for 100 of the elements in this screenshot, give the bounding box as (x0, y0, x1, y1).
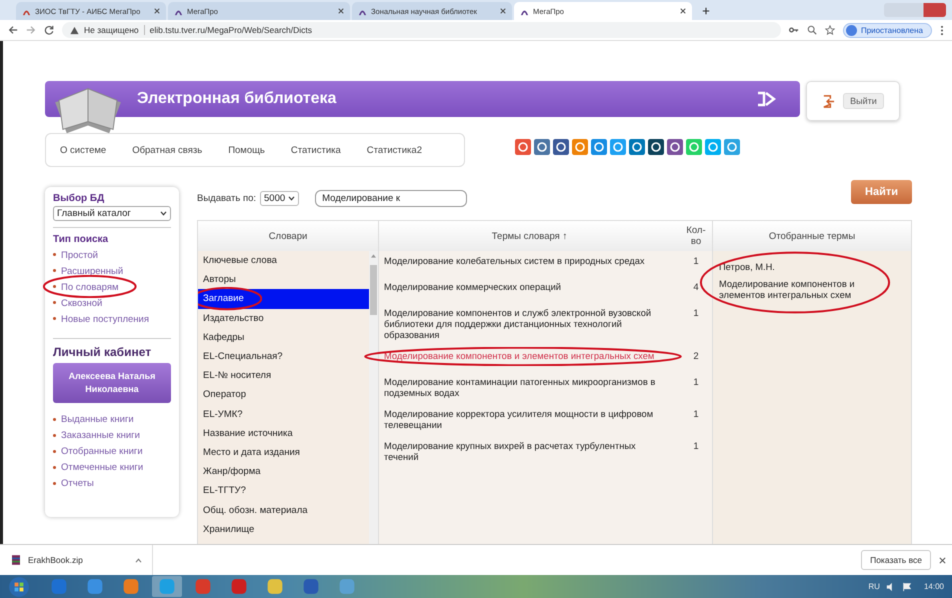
share-icon[interactable] (648, 139, 664, 155)
window-controls-icon[interactable] (884, 3, 946, 17)
dictionary-item[interactable]: Общ. обозн. материала (198, 500, 369, 520)
caret-icon (288, 196, 296, 200)
count-cell-text: 1 (692, 440, 700, 452)
nav-link[interactable]: Статистика (290, 144, 341, 156)
term-item[interactable]: Моделирование колебательных систем в природных средах (384, 256, 666, 267)
exit-icon (822, 94, 836, 108)
dictionary-item[interactable]: Ключевые слова (198, 251, 369, 270)
archive-icon (12, 555, 20, 565)
logout-button[interactable]: Выйти (843, 93, 884, 109)
count-cell-text: 2 (692, 350, 700, 362)
bullet-icon (53, 268, 56, 272)
dictionary-item[interactable]: Место и дата издания (198, 442, 369, 462)
term-item[interactable]: Моделирование компонентов и служб электронной вузовской библиотеки для поддержки дистанционных технологий образования (384, 308, 666, 341)
dictionary-item[interactable]: Оператор (198, 385, 369, 404)
forward-icon[interactable] (26, 25, 36, 35)
per-page-label: Выдавать по: (197, 192, 256, 204)
dictionary-item[interactable]: EL-УМК? (198, 404, 369, 424)
count-cell-text: 1 (692, 408, 700, 420)
count-cell-text: 1 (692, 307, 700, 319)
new-tab-icon[interactable] (702, 7, 710, 15)
caret-icon (135, 558, 142, 562)
dictionary-item[interactable]: Жанр/форма (198, 462, 369, 482)
user-name-button[interactable]: Алексеева Наталья Николаевна (53, 363, 171, 403)
clock[interactable]: 14:00 (924, 582, 944, 591)
per-page-select[interactable]: 5000 (260, 190, 300, 206)
cabinet-link[interactable]: Заказанные книги (61, 430, 140, 440)
cabinet-link[interactable]: Отчеты (61, 478, 94, 488)
term-item[interactable]: Моделирование корректора усилителя мощности в цифровом телевещании (384, 409, 666, 431)
reload-icon[interactable] (44, 25, 54, 35)
dictionary-item[interactable]: Заглавие (198, 289, 369, 309)
scroll-thumb[interactable] (370, 265, 377, 315)
share-icon[interactable] (534, 139, 550, 155)
term-item[interactable]: Моделирование крупных вихрей в расчетах турбулентных течений (384, 441, 666, 463)
dictionary-item[interactable]: Хранилище (198, 520, 369, 539)
column-header: Термы словаря ↑ (379, 221, 680, 251)
zoom-icon[interactable] (806, 25, 817, 35)
back-icon[interactable] (8, 25, 18, 35)
search-type-link[interactable]: Расширенный (61, 266, 124, 277)
address-field[interactable]: Не защищено elib.tstu.tver.ru/MegaPro/Web/Search/Dicts (62, 22, 781, 38)
nav-link[interactable]: О системе (60, 144, 106, 156)
show-all-button[interactable]: Показать все (861, 550, 931, 570)
dictionary-item[interactable]: Издательство (198, 308, 369, 328)
search-type-link[interactable]: Сквозной (61, 298, 102, 309)
dictionary-item[interactable]: EL-ТГТУ? (198, 481, 369, 500)
close-icon[interactable] (680, 8, 686, 14)
nav-link[interactable]: Статистика2 (366, 144, 422, 156)
search-type-link[interactable]: Новые поступления (61, 314, 149, 325)
bullet-icon (53, 300, 56, 304)
selected-term[interactable]: Моделирование компонентов и элементов интегральных схем (719, 276, 881, 304)
close-icon[interactable] (338, 8, 344, 14)
column-header: Кол-во (680, 221, 712, 251)
language-indicator[interactable]: RU (868, 582, 880, 591)
catalog-select[interactable]: Главный каталог (53, 206, 171, 221)
scrollbar[interactable] (369, 251, 378, 544)
section-title: Личный кабинет (53, 345, 152, 359)
nav-link[interactable]: Помощь (228, 144, 265, 156)
share-icon[interactable] (553, 139, 569, 155)
dictionary-item[interactable]: EL-Специальная? (198, 346, 369, 366)
cabinet-link[interactable]: Отобранные книги (61, 446, 143, 456)
share-icon[interactable] (667, 139, 683, 155)
caret-icon (160, 211, 167, 216)
term-item[interactable]: Моделирование контаминации патогенных микроорганизмов в подземных водах (384, 377, 666, 399)
scroll-up-icon[interactable] (371, 254, 376, 258)
bullet-icon (53, 418, 56, 420)
bullet-icon (53, 252, 56, 256)
section-title: Выбор БД (53, 193, 106, 204)
warning-icon (70, 26, 79, 34)
star-icon[interactable] (824, 25, 835, 35)
count-cell-text: 4 (692, 281, 700, 293)
nav-link[interactable]: Обратная связь (132, 144, 202, 156)
share-icon[interactable] (629, 139, 645, 155)
section-title: Тип поиска (53, 234, 110, 245)
column-header: Словари (198, 221, 378, 251)
profile-button[interactable]: Приостановлена (842, 22, 932, 38)
dictionary-item[interactable]: Авторы (198, 270, 369, 290)
count-cell-text: 1 (692, 376, 700, 388)
close-icon[interactable] (154, 8, 160, 14)
term-item[interactable]: Моделирование коммерческих операций (384, 282, 666, 293)
dictionary-item[interactable]: Кафедры (198, 328, 369, 347)
avatar-icon (846, 24, 857, 36)
dictionary-item[interactable]: EL-№ носителя (198, 366, 369, 386)
bullet-icon (53, 316, 56, 320)
count-cell-text: 1 (692, 255, 700, 267)
search-type-link[interactable]: Простой (61, 250, 98, 261)
bullet-icon (53, 466, 56, 468)
bullet-icon (53, 482, 56, 484)
close-icon[interactable] (500, 8, 506, 14)
dictionary-item[interactable]: Название источника (198, 424, 369, 443)
cabinet-link[interactable]: Отмеченные книги (61, 462, 144, 472)
start-icon[interactable] (8, 576, 30, 598)
menu-icon[interactable] (940, 24, 944, 36)
key-icon[interactable] (788, 25, 799, 35)
cabinet-link[interactable]: Выданные книги (61, 414, 134, 424)
flag-icon[interactable] (902, 582, 912, 592)
close-icon[interactable] (939, 556, 946, 564)
bullet-icon (53, 284, 56, 288)
logo-icon (756, 91, 776, 107)
search-field[interactable]: Моделирование к (315, 190, 468, 206)
